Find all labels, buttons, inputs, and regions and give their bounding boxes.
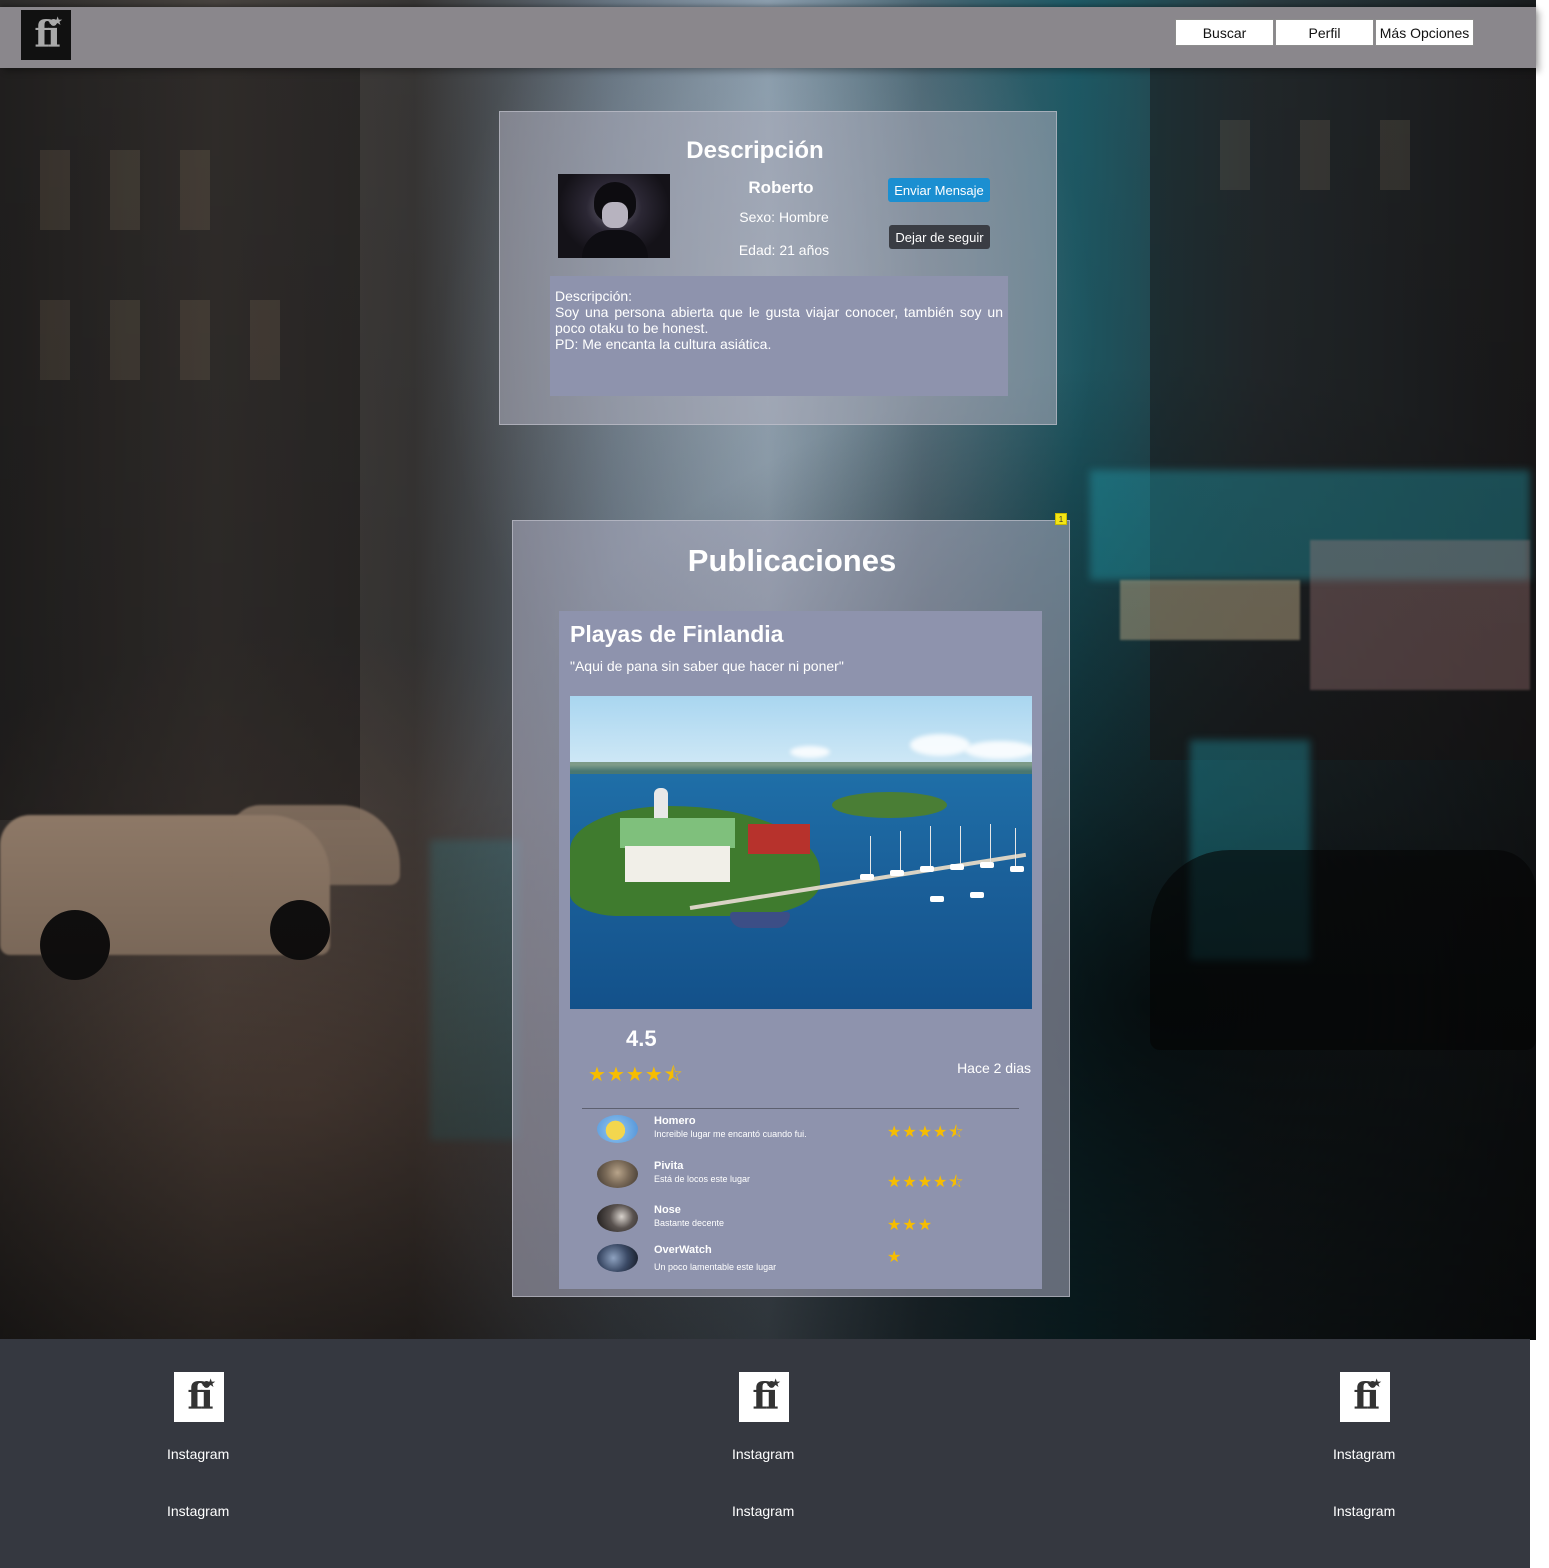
comment-text: Un poco lamentable este lugar — [654, 1262, 777, 1272]
comment-text: Increible lugar me encantó cuando fui. — [654, 1129, 807, 1139]
commenter-avatar — [597, 1115, 638, 1143]
description-text: Soy una persona abierta que le gusta via… — [555, 304, 1003, 336]
post-timestamp: Hace 2 dias — [957, 1060, 1031, 1076]
footer-instagram-link[interactable]: Instagram — [1333, 1446, 1395, 1462]
post-quote: "Aqui de pana sin saber que hacer ni pon… — [570, 658, 844, 674]
commenter-avatar — [597, 1204, 638, 1232]
divider — [582, 1108, 1019, 1109]
top-navbar: fi ★ Buscar Perfil Más Opciones — [0, 7, 1536, 68]
profile-sex: Sexo: Hombre — [739, 209, 829, 225]
profile-description: Descripción: Soy una persona abierta que… — [550, 276, 1008, 396]
comment-stars: ★ — [887, 1249, 903, 1266]
comment-item: Pivita Está de locos este lugar ★★★★⯪ — [597, 1160, 1017, 1192]
star-icon: ★ — [205, 1376, 216, 1390]
comment-item: Homero Increible lugar me encantó cuando… — [597, 1115, 1017, 1147]
publications-card: Publicaciones Playas de Finlandia "Aqui … — [512, 520, 1070, 1297]
star-icon: ★ — [770, 1376, 781, 1390]
main-nav: Buscar Perfil Más Opciones — [1175, 19, 1474, 46]
star-icon: ★ — [606, 1064, 626, 1086]
nav-perfil-button[interactable]: Perfil — [1275, 19, 1374, 46]
brand-logo[interactable]: fi ★ — [21, 10, 71, 60]
comment-text: Bastante decente — [654, 1218, 725, 1228]
description-ps: PD: Me encanta la cultura asiática. — [555, 336, 772, 352]
comment-stars: ★★★★⯪ — [887, 1124, 965, 1141]
footer-instagram-link[interactable]: Instagram — [732, 1446, 794, 1462]
star-icon: ★ — [644, 1064, 664, 1086]
star-half-icon: ⯪ — [663, 1064, 684, 1086]
footer-logo[interactable]: fi ★ — [174, 1372, 224, 1422]
comment-text: Está de locos este lugar — [654, 1174, 751, 1184]
unfollow-button[interactable]: Dejar de seguir — [889, 225, 990, 249]
commenter-avatar — [597, 1160, 638, 1188]
star-icon: ★ — [52, 14, 63, 28]
footer: fi ★ Instagram Instagram fi ★ Instagram … — [0, 1339, 1530, 1568]
footer-instagram-link[interactable]: Instagram — [1333, 1503, 1395, 1519]
commenter-avatar — [597, 1244, 638, 1272]
nav-mas-opciones-button[interactable]: Más Opciones — [1375, 19, 1474, 46]
comment-stars: ★★★ — [887, 1217, 934, 1234]
post-rating-value: 4.5 — [626, 1026, 657, 1051]
post-card: Playas de Finlandia "Aqui de pana sin sa… — [559, 611, 1042, 1289]
post-title: Playas de Finlandia — [570, 621, 784, 647]
footer-logo[interactable]: fi ★ — [739, 1372, 789, 1422]
comment-author: OverWatch — [654, 1244, 712, 1256]
send-message-button[interactable]: Enviar Mensaje — [888, 178, 990, 202]
star-icon: ★ — [1371, 1376, 1382, 1390]
description-label: Descripción: — [555, 288, 633, 304]
publications-title: Publicaciones — [687, 543, 897, 578]
profile-age: Edad: 21 años — [738, 242, 830, 258]
comment-author: Nose — [654, 1204, 681, 1216]
footer-instagram-link[interactable]: Instagram — [167, 1446, 229, 1462]
profile-section-title: Descripción — [686, 137, 824, 164]
comment-author: Pivita — [654, 1160, 684, 1172]
profile-card: Descripción Roberto Sexo: Hombre Edad: 2… — [499, 111, 1057, 425]
star-icon: ★ — [588, 1064, 607, 1086]
star-icon: ★ — [625, 1064, 645, 1086]
comment-item: OverWatch Un poco lamentable este lugar … — [597, 1244, 1017, 1276]
profile-avatar — [558, 174, 670, 258]
comment-stars: ★★★★⯪ — [887, 1174, 965, 1191]
footer-logo[interactable]: fi ★ — [1340, 1372, 1390, 1422]
comment-author: Homero — [654, 1115, 696, 1127]
notification-badge: 1 — [1055, 513, 1067, 525]
post-image[interactable] — [570, 696, 1032, 1009]
footer-instagram-link[interactable]: Instagram — [167, 1503, 229, 1519]
post-rating-stars: ★★★★⯪ — [588, 1060, 684, 1094]
footer-instagram-link[interactable]: Instagram — [732, 1503, 794, 1519]
nav-buscar-button[interactable]: Buscar — [1175, 19, 1274, 46]
comment-item: Nose Bastante decente ★★★ — [597, 1204, 1017, 1236]
profile-name: Roberto — [748, 178, 814, 197]
